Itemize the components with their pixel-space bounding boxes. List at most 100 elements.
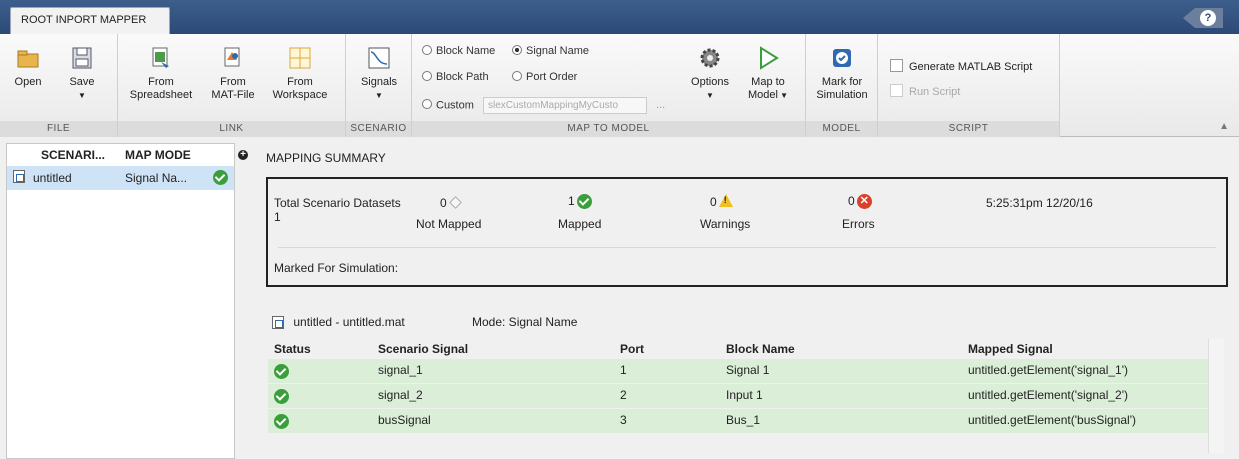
floppy-disk-icon <box>70 46 94 70</box>
scenario-row[interactable]: untitled Signal Na... <box>7 166 234 190</box>
map-to-model-section: Block Name Signal Name Block Path Port O… <box>412 34 806 137</box>
col-map-mode[interactable]: MAP MODE <box>125 148 191 162</box>
errors-label: Errors <box>842 217 875 231</box>
radio-signal-name[interactable]: Signal Name <box>512 45 589 57</box>
errors-number: 0 <box>848 194 855 208</box>
dataset-mode: Mode: Signal Name <box>472 315 578 329</box>
radio-icon <box>422 45 432 55</box>
help-button[interactable]: ? <box>1183 8 1223 28</box>
radio-selected-icon <box>512 45 522 55</box>
col-scenario-signal[interactable]: Scenario Signal <box>378 342 468 356</box>
summary-timestamp: 5:25:31pm 12/20/16 <box>986 196 1093 210</box>
toolstrip: Open Save ▼ FILE From Spreadsheet From M… <box>0 34 1239 137</box>
table-row[interactable]: busSignal 3 Bus_1 untitled.getElement('b… <box>268 409 1218 434</box>
block-name-label: Block Name <box>436 45 496 57</box>
map-to-model-label: Map to Model ▼ <box>744 76 792 102</box>
options-label: Options <box>691 76 729 88</box>
app-tab[interactable]: ROOT INPORT MAPPER <box>10 7 170 34</box>
mark-for-simulation-button[interactable]: Mark for Simulation <box>814 40 870 102</box>
col-status[interactable]: Status <box>274 342 311 356</box>
checkmark-icon <box>274 364 289 379</box>
map-to-model-button[interactable]: Map to Model ▼ <box>744 40 792 102</box>
map-to-model-section-label: MAP TO MODEL <box>412 121 805 137</box>
marked-for-simulation-label: Marked For Simulation: <box>274 261 399 275</box>
radio-icon <box>512 71 522 81</box>
table-scrollbar[interactable] <box>1208 339 1224 453</box>
cell-block-name: Signal 1 <box>726 363 770 377</box>
cell-scenario-signal: signal_2 <box>378 388 423 402</box>
warning-icon <box>718 194 733 207</box>
custom-label: Custom <box>436 99 474 112</box>
not-mapped-number: 0 <box>440 196 447 210</box>
mark-line1: Mark for <box>821 76 863 88</box>
from-spreadsheet-label: From Spreadsheet <box>124 76 198 102</box>
from-workspace-button[interactable]: From Workspace <box>266 40 334 102</box>
save-button[interactable]: Save ▼ <box>62 40 102 102</box>
table-row[interactable]: signal_2 2 Input 1 untitled.getElement('… <box>268 384 1218 409</box>
cell-port: 1 <box>620 363 627 377</box>
file-section: Open Save ▼ FILE <box>0 34 118 137</box>
cell-port: 3 <box>620 413 627 427</box>
warnings-label: Warnings <box>700 217 751 231</box>
not-mapped-count: 0 <box>440 196 462 210</box>
browse-ellipsis[interactable]: ... <box>656 99 665 111</box>
scenario-list-header: SCENARI... MAP MODE + <box>7 144 248 166</box>
radio-port-order[interactable]: Port Order <box>512 71 577 83</box>
checkmark-icon <box>213 170 228 185</box>
open-label: Open <box>14 76 42 88</box>
model-section-label: MODEL <box>806 121 877 137</box>
from-matfile-button[interactable]: From MAT-File <box>206 40 260 102</box>
dataset-icon <box>13 170 25 183</box>
summary-divider <box>278 247 1216 248</box>
diamond-icon <box>448 196 462 209</box>
cell-scenario-signal: busSignal <box>378 413 431 427</box>
generate-matlab-script-button[interactable]: Generate MATLAB Script <box>890 59 1032 73</box>
gear-icon <box>698 46 722 70</box>
model-section: Mark for Simulation MODEL <box>806 34 878 137</box>
chevron-down-icon: ▼ <box>78 91 86 100</box>
radio-block-path[interactable]: Block Path <box>422 71 489 83</box>
col-scenario[interactable]: SCENARI... <box>41 148 105 162</box>
warnings-number: 0 <box>710 195 717 209</box>
warnings-count: 0 <box>710 194 733 209</box>
help-icon: ? <box>1200 10 1216 26</box>
table-row[interactable]: signal_1 1 Signal 1 untitled.getElement(… <box>268 359 1218 384</box>
from-spreadsheet-button[interactable]: From Spreadsheet <box>124 40 198 102</box>
collapse-toolstrip-icon[interactable]: ▲ <box>1219 121 1229 132</box>
from-spreadsheet-line2: Spreadsheet <box>129 89 193 101</box>
scenario-name: untitled <box>33 171 72 185</box>
scenario-section: Signals ▼ SCENARIO <box>346 34 412 137</box>
col-port[interactable]: Port <box>620 342 644 356</box>
play-arrow-icon <box>756 46 780 70</box>
cell-mapped-signal: untitled.getElement('signal_1') <box>968 363 1129 377</box>
radio-icon <box>422 99 432 110</box>
from-matfile-line2: MAT-File <box>211 89 255 101</box>
col-mapped-signal[interactable]: Mapped Signal <box>968 342 1053 356</box>
checkmark-icon <box>274 414 289 429</box>
run-script-button[interactable]: Run Script <box>890 84 960 98</box>
col-block-name[interactable]: Block Name <box>726 342 795 356</box>
signals-label: Signals <box>360 76 398 88</box>
error-icon: ✕ <box>856 194 872 210</box>
scenario-list-panel: SCENARI... MAP MODE + untitled Signal Na… <box>6 143 248 459</box>
from-workspace-label: From Workspace <box>266 76 334 102</box>
signals-button[interactable]: Signals ▼ <box>354 40 404 102</box>
radio-custom[interactable]: Custom slexCustomMappingMyCusto ... <box>422 97 665 114</box>
generate-label: Generate MATLAB Script <box>909 61 1033 73</box>
summary-box: Total Scenario Datasets 1 0 Not Mapped 1… <box>266 177 1228 287</box>
custom-mapping-field[interactable]: slexCustomMappingMyCusto <box>482 97 647 114</box>
cell-mapped-signal: untitled.getElement('signal_2') <box>968 388 1129 402</box>
file-section-label: FILE <box>0 121 117 137</box>
script-section: Generate MATLAB Script Run Script SCRIPT <box>878 34 1060 137</box>
link-section-label: LINK <box>118 121 345 137</box>
folder-icon <box>16 46 40 70</box>
dataset-icon <box>272 316 284 330</box>
options-button[interactable]: Options ▼ <box>688 40 732 102</box>
checkmark-icon <box>576 194 592 210</box>
radio-block-name[interactable]: Block Name <box>422 45 495 57</box>
open-button[interactable]: Open <box>10 40 46 89</box>
add-icon[interactable]: + <box>238 150 248 160</box>
total-datasets-value: 1 <box>274 210 281 224</box>
chevron-down-icon: ▼ <box>706 91 714 100</box>
radio-icon <box>422 71 432 81</box>
